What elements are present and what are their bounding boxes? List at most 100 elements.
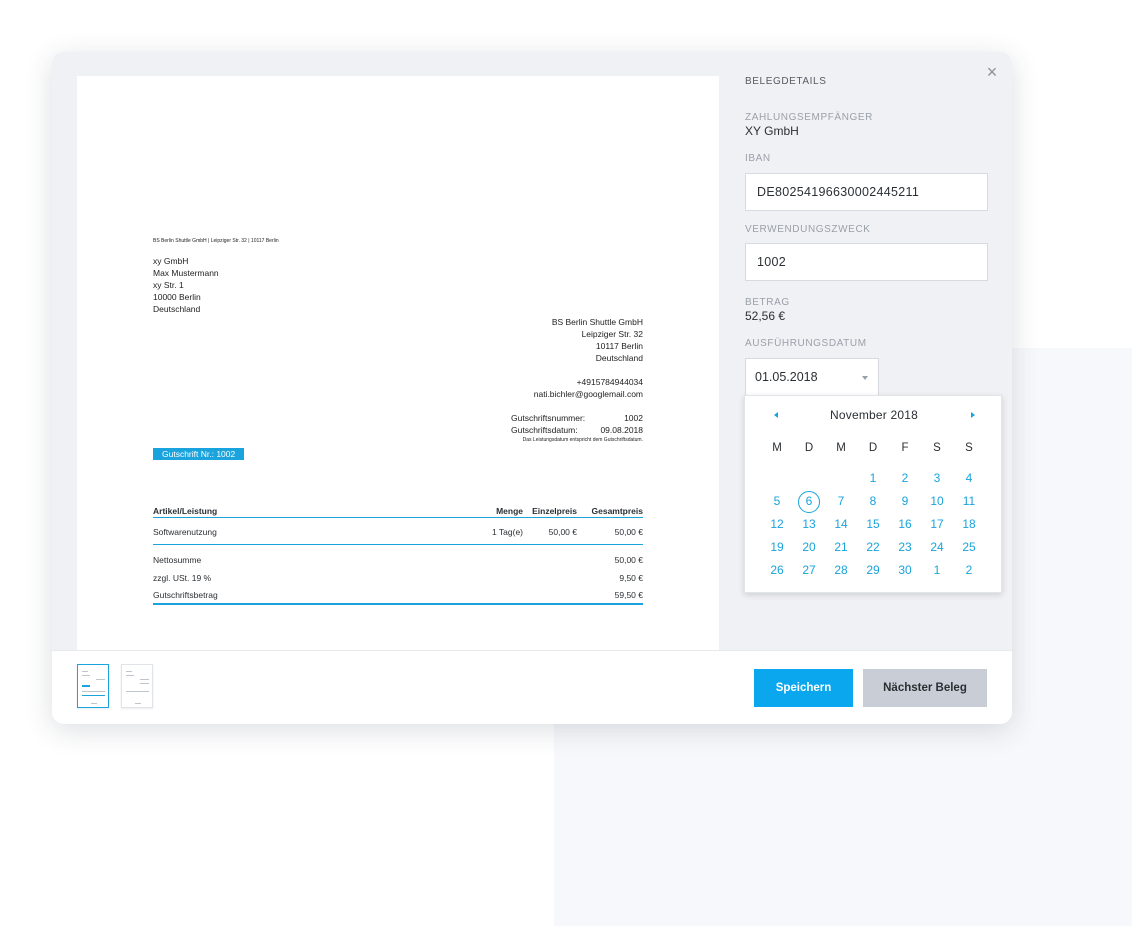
- company-contact: +4915784944034 nati.bichler@googlemail.c…: [534, 376, 643, 400]
- calendar-day[interactable]: 24: [921, 536, 953, 559]
- payee-label: ZAHLUNGSEMPFÄNGER: [745, 112, 873, 123]
- calendar-day[interactable]: 2: [889, 467, 921, 490]
- table-cell: 50,00 €: [614, 526, 643, 537]
- calendar-weekday: M: [772, 442, 782, 454]
- calendar-day[interactable]: 19: [761, 536, 793, 559]
- total-label: Gutschriftsbetrag: [153, 590, 218, 600]
- calendar-day[interactable]: 16: [889, 513, 921, 536]
- iban-field[interactable]: DE80254196630002445211: [745, 173, 988, 211]
- recipient-line: xy GmbH: [153, 256, 189, 266]
- calendar-day[interactable]: 27: [793, 559, 825, 582]
- payee-value: XY GmbH: [745, 124, 799, 138]
- calendar-day[interactable]: 2: [953, 559, 985, 582]
- calendar-day[interactable]: 8: [857, 490, 889, 513]
- modal-footer: Speichern Nächster Beleg: [52, 650, 1012, 724]
- company-line: BS Berlin Shuttle GmbH: [551, 317, 643, 327]
- purpose-field[interactable]: 1002: [745, 243, 988, 281]
- thumbnail-line: [140, 679, 149, 680]
- chevron-right-icon[interactable]: [971, 412, 975, 418]
- page-thumbnail-2[interactable]: [121, 664, 153, 708]
- recipient-line: Max Mustermann: [153, 268, 219, 278]
- calendar-empty-cell: [761, 467, 793, 490]
- total-row: Gutschriftsbetrag 59,50 €: [153, 587, 643, 605]
- next-receipt-button[interactable]: Nächster Beleg: [863, 669, 987, 707]
- table-row: Softwarenutzung 1 Tag(e) 50,00 € 50,00 €: [153, 519, 643, 545]
- company-line: 10117 Berlin: [595, 341, 643, 351]
- sender-address-line: BS Berlin Shuttle GmbH | Leipziger Str. …: [153, 238, 279, 244]
- page-thumbnail-1[interactable]: [77, 664, 109, 708]
- date-picker-calendar: November 2018 MDMDFSS 1 2 3 4 5 6 7 8 9 10 11 12 13 1…: [744, 395, 1002, 593]
- close-icon[interactable]: ×: [984, 63, 1000, 81]
- purpose-label: VERWENDUNGSZWECK: [745, 224, 871, 235]
- thumbnail-line: [82, 695, 105, 696]
- chevron-down-icon: [862, 376, 868, 380]
- calendar-day[interactable]: 3: [921, 467, 953, 490]
- calendar-weekday: M: [836, 442, 846, 454]
- calendar-day[interactable]: 1: [857, 467, 889, 490]
- calendar-day[interactable]: 14: [825, 513, 857, 536]
- amount-value: 52,56 €: [745, 309, 786, 323]
- calendar-day[interactable]: 23: [889, 536, 921, 559]
- company-line: Deutschland: [595, 353, 643, 363]
- column-header: Gesamtpreis: [591, 505, 644, 516]
- calendar-day[interactable]: 11: [953, 490, 985, 513]
- recipient-line: Deutschland: [153, 304, 201, 314]
- contact-email: nati.bichler@googlemail.com: [533, 389, 643, 399]
- column-header: Menge: [496, 505, 523, 516]
- amount-label: BETRAG: [745, 297, 790, 308]
- thumbnail-line: [82, 675, 90, 676]
- execution-date-select[interactable]: 01.05.2018: [745, 358, 879, 396]
- calendar-day[interactable]: 28: [825, 559, 857, 582]
- calendar-weekday: F: [901, 442, 909, 454]
- thumbnail-line: [126, 671, 132, 672]
- calendar-day[interactable]: 30: [889, 559, 921, 582]
- calendar-days: 1 2 3 4 5 6 7 8 9 10 11 12 13 14 15 16 17 18 19 20 21 22 23 24 2…: [761, 467, 985, 582]
- calendar-day[interactable]: 26: [761, 559, 793, 582]
- save-button[interactable]: Speichern: [754, 669, 853, 707]
- total-value: 50,00 €: [614, 555, 643, 565]
- calendar-day[interactable]: 12: [761, 513, 793, 536]
- calendar-day[interactable]: 7: [825, 490, 857, 513]
- document-preview-area[interactable]: BS Berlin Shuttle GmbH | Leipziger Str. …: [52, 52, 720, 650]
- total-value: 9,50 €: [619, 573, 643, 583]
- calendar-day[interactable]: 21: [825, 536, 857, 559]
- total-value: 59,50 €: [614, 590, 643, 600]
- credit-number-label: Gutschriftsnummer:: [511, 413, 586, 423]
- line-items-table: Artikel/Leistung Menge Einzelpreis Gesam…: [153, 504, 643, 605]
- details-heading: BELEGDETAILS: [745, 76, 827, 87]
- calendar-day[interactable]: 9: [889, 490, 921, 513]
- thumbnail-line: [140, 683, 149, 684]
- thumbnail-line: [135, 703, 141, 704]
- thumbnail-line: [126, 691, 149, 692]
- credit-date-label: Gutschriftsdatum:: [511, 425, 578, 435]
- recipient-line: xy Str. 1: [153, 280, 184, 290]
- execution-date-label: AUSFÜHRUNGSDATUM: [745, 338, 867, 349]
- calendar-day[interactable]: 4: [953, 467, 985, 490]
- calendar-day[interactable]: 20: [793, 536, 825, 559]
- calendar-day[interactable]: 13: [793, 513, 825, 536]
- total-row: Nettosumme 50,00 €: [153, 551, 643, 569]
- calendar-day[interactable]: 5: [761, 490, 793, 513]
- column-header: Artikel/Leistung: [153, 505, 218, 516]
- calendar-day[interactable]: 15: [857, 513, 889, 536]
- calendar-weekday: D: [804, 442, 814, 454]
- calendar-day[interactable]: 17: [921, 513, 953, 536]
- calendar-weekday: D: [868, 442, 878, 454]
- calendar-day[interactable]: 1: [921, 559, 953, 582]
- calendar-day[interactable]: 22: [857, 536, 889, 559]
- credit-note-meta: Gutschriftsnummer: 1002 Gutschriftsdatum…: [511, 412, 643, 436]
- table-cell: 1 Tag(e): [491, 526, 523, 537]
- calendar-day[interactable]: 18: [953, 513, 985, 536]
- calendar-empty-cell: [825, 467, 857, 490]
- calendar-day[interactable]: 10: [921, 490, 953, 513]
- document-page: BS Berlin Shuttle GmbH | Leipziger Str. …: [77, 76, 719, 650]
- table-cell: Softwarenutzung: [153, 526, 217, 537]
- thumbnail-line: [82, 691, 105, 692]
- calendar-day[interactable]: 25: [953, 536, 985, 559]
- table-header-row: Artikel/Leistung Menge Einzelpreis Gesam…: [153, 504, 643, 518]
- company-address: BS Berlin Shuttle GmbH Leipziger Str. 32…: [552, 316, 643, 364]
- credit-number-value: 1002: [624, 413, 643, 423]
- thumbnail-line: [96, 679, 105, 680]
- calendar-day[interactable]: 6: [793, 490, 825, 513]
- calendar-day[interactable]: 29: [857, 559, 889, 582]
